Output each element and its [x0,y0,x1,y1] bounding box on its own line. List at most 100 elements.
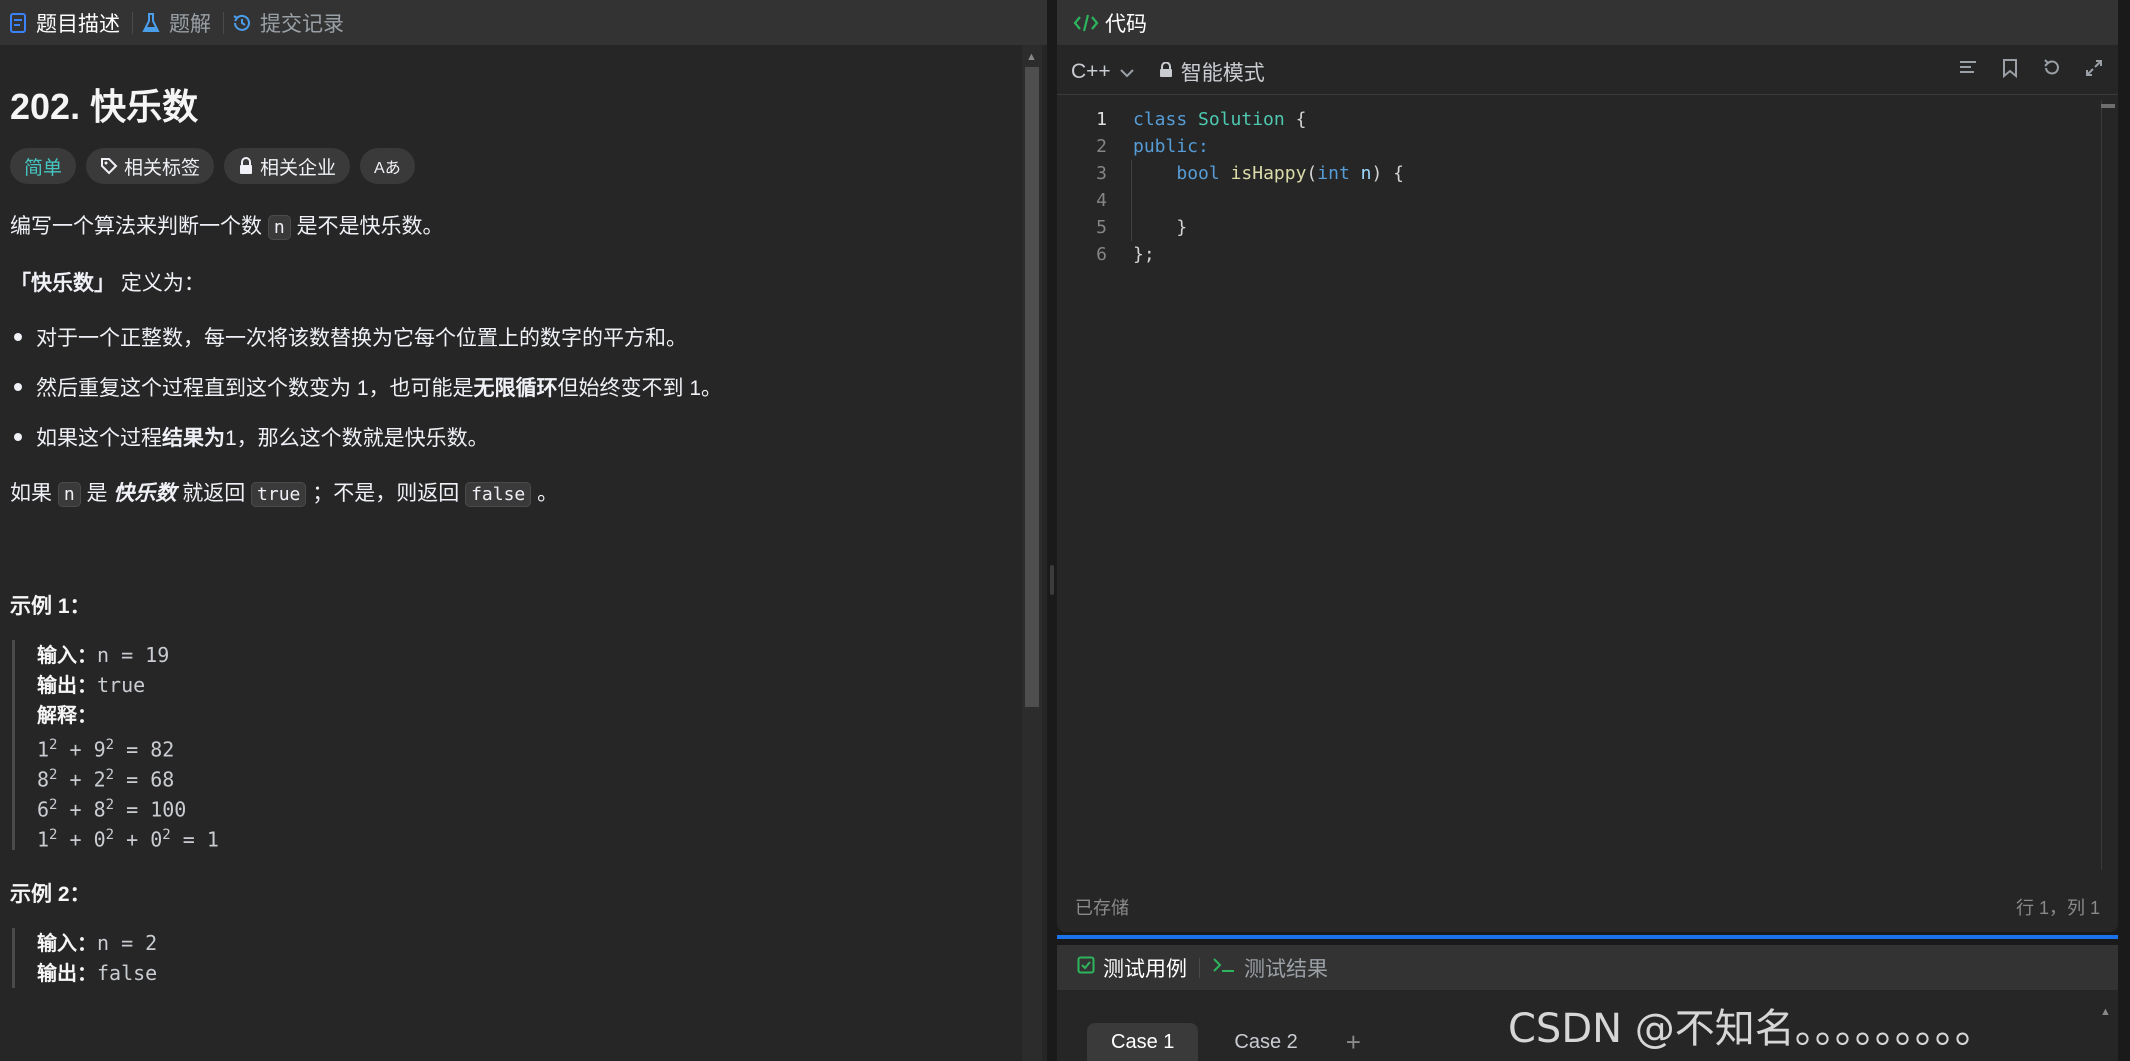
intro-text-1: 编写一个算法来判断一个数 [10,215,268,238]
bullet-text-bold: 无限循环 [473,377,558,400]
editor-status-bar: 已存储 行 1，列 1 [1057,890,2118,924]
resize-grip[interactable] [1050,565,1054,595]
problem-scrollbar[interactable]: ▲ [1022,45,1042,1061]
reset-icon[interactable] [2040,56,2064,80]
case-tab-1[interactable]: Case 1 [1087,1023,1199,1061]
list-item: 如果这个过程 结果为 1，那么这个数就是快乐数。 [14,422,489,452]
translate-button[interactable]: Aあ [360,148,415,184]
code-line[interactable]: 1 class Solution { [1057,106,2097,133]
chevron-down-icon [1119,60,1135,84]
return-text: 是 [80,482,114,505]
tab-description[interactable]: 题目描述 [0,0,132,45]
tab-results[interactable]: 测试结果 [1212,953,1328,983]
editor-toolbar: C++ 智能模式 [1057,52,2118,92]
code-line[interactable]: 2 public: [1057,133,2097,160]
code-area[interactable]: 1 class Solution { 2 public: 3 bool isHa… [1057,106,2097,268]
tag-icon [100,157,118,175]
translate-icon: Aあ [374,160,401,177]
tab-divider [1199,957,1200,978]
scrollbar-thumb[interactable] [2101,104,2115,108]
code-line[interactable]: 3 bool isHappy(int n) { [1057,160,2097,187]
example-1-input: 输入：n = 19 [37,640,219,670]
scroll-up-icon[interactable]: ▲ [1026,51,1037,63]
scrollbar-thumb[interactable] [1025,67,1039,707]
history-icon [232,12,252,34]
output-value: false [97,961,158,985]
problem-title: 202. 快乐数 [10,86,199,127]
explain-label: 解释： [37,705,97,727]
tab-description-label: 题目描述 [36,12,120,36]
explain-line: 12 + 92 = 82 [37,737,175,762]
panel-resize-bar[interactable] [1057,935,2118,939]
input-value: n = 2 [97,931,158,955]
tab-submissions[interactable]: 提交记录 [224,0,356,45]
lock-icon [238,157,254,175]
list-item: 对于一个正整数，每一次将该数替换为它每个位置上的数字的平方和。 [14,322,687,352]
list-item: 然后重复这个过程直到这个数变为 1，也可能是 无限循环 但始终变不到 1。 [14,372,722,402]
bullet-text-bold: 结果为 [162,427,225,450]
format-icon[interactable] [1956,56,1980,80]
smart-mode-toggle[interactable]: 智能模式 [1159,57,1265,87]
code-header-label: 代码 [1105,12,1147,36]
flask-icon [141,12,161,34]
return-description: 如果 n 是 快乐数 就返回 true ；不是，则返回 false 。 [10,477,558,507]
intro-code-n: n [267,215,291,240]
example-2-block: 输入：n = 2 输出：false [12,928,157,988]
editor-tool-icons [1956,56,2106,80]
smart-mode-label: 智能模式 [1180,62,1265,85]
tab-solutions[interactable]: 题解 [133,0,223,45]
line-number: 6 [1096,244,1107,265]
bullet-text-pre: 然后重复这个过程直到这个数变为 1，也可能是 [36,377,474,400]
saved-status: 已存储 [1075,898,1129,918]
definition-line: 「快乐数」 定义为： [10,267,205,297]
editor-scrollbar[interactable] [2099,100,2115,870]
difficulty-badge[interactable]: 简单 [10,148,77,184]
return-code-false: false [465,482,532,507]
output-value: true [97,673,146,697]
test-scrollbar[interactable]: ▲ [2100,1000,2114,1061]
lock-icon [1159,60,1173,84]
input-label: 输入： [37,645,97,667]
example-1-title: 示例 1： [10,595,91,618]
case-tab-2[interactable]: Case 2 [1210,1023,1321,1061]
bullet-dot [14,383,22,391]
return-bold: 快乐数 [113,482,177,505]
code-line[interactable]: 4 [1057,187,2097,214]
code-icon [1073,12,1099,34]
bullet-text-post: 但始终变不到 1。 [557,377,723,400]
explain-line: 12 + 02 + 02 = 1 [37,827,219,852]
related-tags-button[interactable]: 相关标签 [86,148,215,184]
output-label: 输出： [37,675,97,697]
fullscreen-icon[interactable] [2082,56,2106,80]
add-case-button[interactable]: + [1346,1027,1361,1058]
problem-panel: 题目描述 题解 提交记录 202. 快乐数 简单 相关标签 相关企业 Aあ 编写… [0,0,1047,1061]
tab-submissions-label: 提交记录 [260,12,344,36]
case-tabs: Case 1 Case 2 + [1087,1023,1361,1061]
bookmark-icon[interactable] [1998,56,2022,80]
example-2-input: 输入：n = 2 [37,928,157,958]
problem-intro: 编写一个算法来判断一个数 n 是不是快乐数。 [10,210,444,240]
code-editor-panel: 代码 C++ 智能模式 1 class Solution {2 public:… [1057,0,2118,932]
bullet-text: 对于一个正整数，每一次将该数替换为它每个位置上的数字的平方和。 [36,327,687,350]
problem-tab-bar: 题目描述 题解 提交记录 [0,0,1047,45]
checkbox-icon [1077,956,1095,980]
code-line[interactable]: 6 }; [1057,241,2097,268]
watermark: CSDN @不知名。。。。。。。。。 [1508,1006,1995,1052]
tab-solutions-label: 题解 [169,12,211,36]
code-header: 代码 [1057,0,2118,45]
line-number: 2 [1096,136,1107,157]
tab-testcases[interactable]: 测试用例 [1077,953,1187,983]
line-number: 5 [1096,217,1107,238]
language-select[interactable]: C++ [1071,60,1135,84]
cursor-position: 行 1，列 1 [2015,898,2100,918]
line-number: 4 [1096,190,1107,211]
related-companies-button[interactable]: 相关企业 [224,148,351,184]
code-line[interactable]: 5 } [1057,214,2097,241]
line-number: 3 [1096,163,1107,184]
scroll-up-icon[interactable]: ▲ [2100,1006,2111,1018]
description-icon [8,12,28,34]
definition-rest: 定义为： [115,272,205,295]
return-text: 如果 [10,482,58,505]
bullet-dot [14,333,22,341]
panel-resize-handle[interactable] [1047,0,1057,1061]
